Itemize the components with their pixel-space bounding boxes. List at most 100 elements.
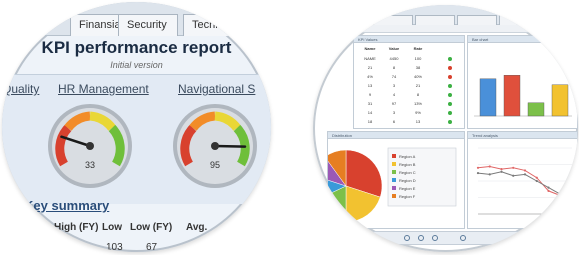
status-indicator-icon xyxy=(448,75,452,79)
next-button[interactable] xyxy=(432,235,438,241)
pie-chart: Region A Region B Region C Region D Region E… xyxy=(328,147,457,223)
series-point xyxy=(570,198,574,201)
table-cell: 4450 xyxy=(389,56,399,61)
legend-label: Region C xyxy=(399,170,416,175)
table-cell: 8 xyxy=(392,65,396,70)
bar xyxy=(503,75,521,117)
table-cell: 21 xyxy=(415,83,421,88)
status-indicator-icon xyxy=(448,120,452,124)
gauge-value: 95 xyxy=(210,160,220,170)
section-heading-hr[interactable]: HR Management xyxy=(58,82,149,96)
table-cell: 13% xyxy=(413,101,422,106)
legend-label: Region E xyxy=(399,186,416,191)
series-point xyxy=(523,173,527,176)
navigational-gauge: 95 xyxy=(173,104,257,188)
table-header-cell: Name xyxy=(364,46,376,51)
series-point xyxy=(512,174,515,177)
series-point xyxy=(547,189,550,192)
table-cell: 4 xyxy=(392,92,396,97)
table-cell: 3 xyxy=(392,83,396,88)
table-cell: 97 xyxy=(391,101,397,106)
table-cell: 14 xyxy=(367,110,373,115)
table-cell: 18 xyxy=(367,119,373,124)
table-row[interactable]: 21 8 38 xyxy=(358,65,430,70)
series-point xyxy=(523,169,527,172)
line-chart xyxy=(476,147,574,215)
summary-heading[interactable]: Key summary xyxy=(24,198,109,213)
legend-label: Region A xyxy=(399,154,416,159)
table-row[interactable]: NAME 4450 100 xyxy=(358,56,430,61)
legend-swatch xyxy=(392,194,396,198)
bar xyxy=(479,78,497,117)
tab-technical[interactable]: Technical xyxy=(183,14,243,36)
series-point xyxy=(535,179,538,183)
table-row[interactable]: 31 97 13% xyxy=(358,101,430,106)
page-title: KPI performance report xyxy=(41,38,232,57)
dashboard-tab[interactable] xyxy=(499,15,539,25)
play-button[interactable] xyxy=(418,235,424,241)
series-line xyxy=(477,171,573,198)
table-cell: 9% xyxy=(415,110,421,115)
series-point xyxy=(488,165,491,168)
table-row[interactable]: 18 6 13 xyxy=(358,119,430,124)
table-row[interactable]: 9 4 8 xyxy=(358,92,430,97)
status-indicator-icon xyxy=(448,57,452,61)
series-point xyxy=(570,195,574,198)
tab-security[interactable]: Security xyxy=(118,14,178,36)
status-indicator-icon xyxy=(448,93,452,97)
hr-gauge: 33 xyxy=(48,104,132,188)
panel-title: Distribution xyxy=(328,132,464,139)
legend-label: Region D xyxy=(399,178,416,183)
table-cell: 31 xyxy=(367,101,373,106)
legend-swatch xyxy=(392,186,396,190)
bar xyxy=(551,84,569,117)
gauge-value: 33 xyxy=(85,160,95,170)
dashboard-tab[interactable] xyxy=(373,15,413,25)
dashboard-tab[interactable] xyxy=(457,15,497,25)
navigation-bar xyxy=(373,231,523,245)
legend-label: Region F xyxy=(399,194,416,199)
series-point xyxy=(476,171,480,175)
table-cell: 40% xyxy=(413,74,422,79)
pie-chart-panel: Distribution Region A Region B Region C Reg… xyxy=(327,131,465,229)
bar xyxy=(527,102,545,117)
series-point xyxy=(512,166,515,169)
section-heading-navigational[interactable]: Navigational S xyxy=(178,82,255,96)
series-point xyxy=(476,166,480,169)
prev-button[interactable] xyxy=(404,235,410,241)
dashboard-tab[interactable] xyxy=(415,15,455,25)
legend-swatch xyxy=(392,162,396,166)
table-cell: 74 xyxy=(391,74,397,79)
summary-value: 103 xyxy=(106,242,123,252)
table-row[interactable]: 14 3 9% xyxy=(358,110,430,115)
table-row[interactable]: 13 3 21 xyxy=(358,83,430,88)
column-header: High (FY) xyxy=(54,222,99,233)
status-indicator-icon xyxy=(448,66,452,70)
dashboard-tab-bar xyxy=(313,5,578,25)
table-header-cell: Rate xyxy=(413,46,423,51)
summary-value: 67 xyxy=(146,242,158,252)
page-subtitle: Initial version xyxy=(110,60,163,70)
gauge-hub xyxy=(211,142,219,150)
bar-chart-panel: Bar chart xyxy=(467,35,578,129)
kpi-table-panel: KPI Values Name Value Rate NAME 4450 100 21 8 38… xyxy=(353,35,465,129)
table-cell: 21 xyxy=(367,65,373,70)
status-indicator-icon xyxy=(448,111,452,115)
section-heading-quality[interactable]: Quality xyxy=(2,82,39,96)
table-cell: 3 xyxy=(392,110,396,115)
dashboard-view-lens: KPI Values Name Value Rate NAME 4450 100 21 8 38… xyxy=(313,5,578,252)
table-row[interactable]: 4% 74 40% xyxy=(358,74,430,79)
gauge-needle xyxy=(213,144,247,148)
zoom-button[interactable] xyxy=(460,235,466,241)
table-header-row: Name Value Rate xyxy=(358,46,430,51)
table-cell: 13 xyxy=(415,119,421,124)
legend-swatch xyxy=(392,170,396,174)
series-point xyxy=(547,186,550,189)
column-header: Low xyxy=(102,222,122,233)
table-cell: 100 xyxy=(414,56,422,61)
table-header-cell: Value xyxy=(388,46,400,51)
table-cell: NAME xyxy=(364,56,376,61)
series-point xyxy=(488,173,491,176)
series-point xyxy=(500,168,503,171)
legend-label: Region B xyxy=(399,162,416,167)
